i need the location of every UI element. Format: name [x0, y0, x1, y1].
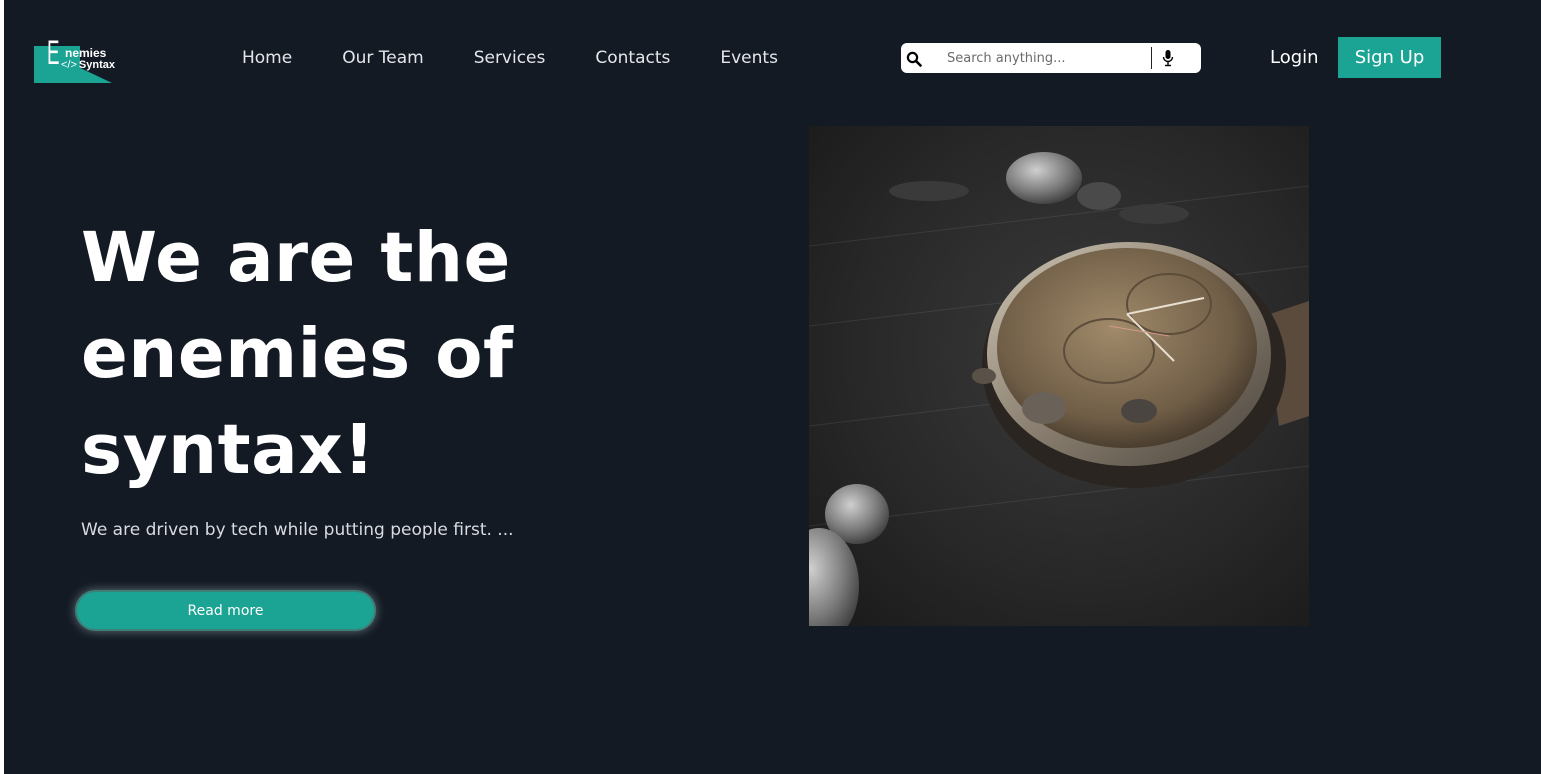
- page: E nemies </> Syntax Home Our Team Service…: [4, 0, 1541, 774]
- nav-services[interactable]: Services: [474, 47, 546, 69]
- logo-letter: E: [47, 34, 60, 72]
- nav-home[interactable]: Home: [242, 47, 292, 69]
- nav-contacts[interactable]: Contacts: [595, 47, 670, 69]
- logo-line2: </> Syntax: [61, 59, 115, 71]
- search-divider: [1151, 47, 1152, 69]
- hero-title-line3: syntax!: [81, 410, 376, 490]
- hero-title: We are the enemies of syntax!: [81, 210, 641, 498]
- hero-subtitle: We are driven by tech while putting peop…: [81, 520, 514, 540]
- search-bar: [901, 43, 1201, 73]
- logo-line2-text: Syntax: [78, 59, 115, 71]
- login-link[interactable]: Login: [1270, 47, 1319, 69]
- read-more-button[interactable]: Read more: [75, 590, 376, 631]
- signup-button[interactable]: Sign Up: [1338, 37, 1441, 78]
- nav-events[interactable]: Events: [720, 47, 778, 69]
- main-nav: Home Our Team Services Contacts Events: [242, 47, 828, 69]
- search-input[interactable]: [947, 49, 1147, 67]
- logo[interactable]: E nemies </> Syntax: [34, 34, 116, 84]
- hero-title-line1: We are the: [81, 218, 511, 298]
- logo-line1: nemies: [65, 46, 107, 60]
- hero-watch-image: [809, 126, 1309, 626]
- mic-icon[interactable]: [1162, 49, 1174, 67]
- search-icon[interactable]: [906, 51, 922, 67]
- logo-code-glyph: </>: [61, 59, 77, 71]
- nav-our-team[interactable]: Our Team: [342, 47, 423, 69]
- hero-title-line2: enemies of: [81, 314, 514, 394]
